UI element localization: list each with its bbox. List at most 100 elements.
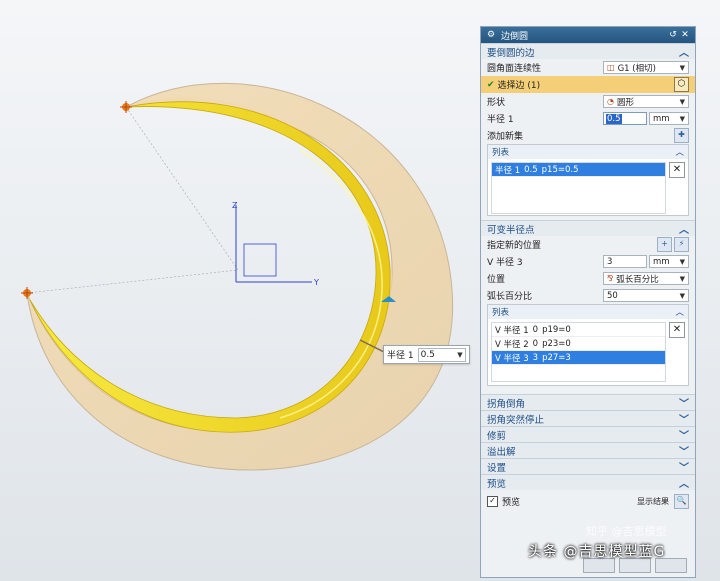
add-new-set-label: 添加新集 (487, 132, 524, 142)
magnifier-icon[interactable]: 🔍 (674, 493, 689, 509)
chevron-down-icon[interactable]: ﹀ (679, 459, 689, 474)
continuity-select[interactable]: ◫ G1 (相切) ▼ (603, 61, 689, 74)
chevron-up-icon[interactable]: ︿ (675, 146, 684, 158)
chevron-up-icon[interactable]: ︿ (675, 306, 684, 318)
section-title: 拐角倒角 (487, 398, 526, 410)
list-cell: 3 (532, 352, 539, 363)
chevron-down-icon[interactable]: ▼ (457, 351, 462, 359)
radius-value: 0.5 (606, 113, 622, 124)
arc-percent-value: 50 (607, 290, 618, 301)
dialog-title: 边倒圆 (501, 31, 529, 42)
chevron-down-icon[interactable]: ﹀ (679, 427, 689, 442)
section-trim-header[interactable]: 修剪 ﹀ (481, 426, 695, 442)
cube-icon[interactable]: ⬡ (674, 77, 689, 92)
continuity-label: 圆角面连续性 (487, 64, 542, 74)
chevron-down-icon[interactable]: ﹀ (679, 411, 689, 426)
section-variable-radius-header[interactable]: 可变半径点 ︿ (481, 220, 695, 236)
section-title: 预览 (487, 478, 507, 490)
round-shape-icon: ◔ (607, 97, 614, 106)
point-type-icon[interactable]: ⚡ (674, 237, 689, 252)
chevron-down-icon: ▼ (679, 291, 685, 300)
chevron-down-icon[interactable]: ﹀ (679, 395, 689, 410)
list-item[interactable]: V 半径 3 3 p27=3 (492, 351, 665, 365)
section-preview-header[interactable]: 预览 ︿ (481, 474, 695, 490)
chevron-down-icon: ▼ (679, 274, 685, 283)
reset-icon[interactable]: ↺ (667, 30, 679, 40)
v-radius-input[interactable]: 3 (603, 255, 647, 268)
continuity-value: G1 (相切) (617, 63, 656, 74)
add-new-set-row: 添加新集 ✚ (481, 127, 695, 144)
preview-checkbox[interactable]: ✓ (487, 495, 498, 507)
list-item[interactable]: 半径 1 0.5 p15=0.5 (492, 163, 665, 177)
floating-radius-label: 半径 1 (387, 351, 414, 361)
chevron-down-icon: ▼ (679, 114, 685, 123)
floating-radius-field[interactable]: 半径 1 0.5 ▼ (383, 345, 470, 364)
v-radius-unit: mm (653, 256, 670, 267)
point-marker[interactable] (120, 101, 132, 113)
location-row: 位置 ⅋ 弧长百分比 ▼ (481, 270, 695, 287)
list-item[interactable]: V 半径 2 0 p23=0 (492, 337, 665, 351)
list-cell: p23=0 (542, 338, 571, 349)
section-overflow-header[interactable]: 溢出解 ﹀ (481, 442, 695, 458)
section-title: 要倒圆的边 (487, 47, 535, 59)
v-radius-row: V 半径 3 3 mm ▼ (481, 253, 695, 270)
list-cell: 半径 1 (495, 165, 521, 176)
model-scene[interactable]: Z Y (0, 0, 480, 581)
continuity-icon: ◫ (607, 63, 615, 72)
list-cell: 0 (532, 324, 539, 335)
add-set-icon[interactable]: ✚ (674, 128, 689, 143)
y-axis-label: Y (313, 278, 319, 287)
point-marker[interactable] (21, 287, 33, 299)
radius-label: 半径 1 (487, 115, 514, 125)
gear-icon[interactable]: ⚙ (485, 30, 497, 40)
section-corner-stop-header[interactable]: 拐角突然停止 ﹀ (481, 410, 695, 426)
arc-percent-input[interactable]: 50 ▼ (603, 289, 689, 302)
section-edges-header[interactable]: 要倒圆的边 ︿ (481, 43, 695, 59)
floating-radius-input[interactable]: 0.5 ▼ (417, 347, 466, 362)
location-label: 位置 (487, 275, 506, 285)
chevron-up-icon[interactable]: ︿ (679, 475, 689, 490)
list-cell: 0 (532, 338, 539, 349)
select-edge-row[interactable]: ✔ 选择边 (1) ⬡ (481, 76, 695, 93)
shape-label: 形状 (487, 98, 506, 108)
section-title: 拐角突然停止 (487, 414, 545, 426)
chevron-down-icon: ▼ (679, 97, 685, 106)
list-item[interactable]: V 半径 1 0 p19=0 (492, 323, 665, 337)
section-corner-chamfer-header[interactable]: 拐角倒角 ﹀ (481, 394, 695, 410)
shape-value: 圆形 (616, 97, 634, 108)
location-select[interactable]: ⅋ 弧长百分比 ▼ (603, 272, 689, 285)
watermark: 头条 @吉思模型蓝G (528, 544, 666, 560)
chevron-up-icon[interactable]: ︿ (679, 221, 689, 236)
new-location-row: 指定新的位置 + ⚡ (481, 236, 695, 253)
section-settings-header[interactable]: 设置 ﹀ (481, 458, 695, 474)
list-title: 列表 (492, 148, 510, 158)
v-radius-unit-select[interactable]: mm ▼ (649, 255, 689, 268)
dialog-titlebar[interactable]: ⚙ 边倒圆 ↺ ✕ (481, 27, 695, 43)
floating-radius-value: 0.5 (420, 349, 435, 360)
list-title: 列表 (492, 308, 510, 318)
list-items: V 半径 1 0 p19=0 V 半径 2 0 p23=0 V 半径 3 3 p… (491, 322, 666, 382)
continuity-row: 圆角面连续性 ◫ G1 (相切) ▼ (481, 59, 695, 76)
point-dialog-icon[interactable]: + (657, 237, 672, 252)
radius-unit-select[interactable]: mm ▼ (649, 112, 689, 125)
close-icon[interactable]: ✕ (679, 30, 691, 40)
remove-icon[interactable]: ✕ (669, 322, 685, 338)
construction-line (26, 269, 239, 294)
list-cell: p15=0.5 (541, 164, 579, 175)
show-result-label: 显示结果 (637, 496, 669, 506)
remove-icon[interactable]: ✕ (669, 162, 685, 178)
chevron-up-icon[interactable]: ︿ (679, 44, 689, 59)
variable-radius-list: 列表 ︿ V 半径 1 0 p19=0 V 半径 2 0 p23=0 V 半径 … (487, 304, 689, 386)
section-title: 可变半径点 (487, 224, 535, 236)
radius-input[interactable]: 0.5 (603, 112, 647, 125)
list-cell: V 半径 2 (495, 339, 529, 350)
chevron-down-icon[interactable]: ﹀ (679, 443, 689, 458)
arc-percent-icon: ⅋ (607, 274, 614, 283)
list-header[interactable]: 列表 ︿ (488, 305, 688, 319)
edge-blend-dialog[interactable]: ⚙ 边倒圆 ↺ ✕ 要倒圆的边 ︿ 圆角面连续性 ◫ G1 (相切) ▼ ✔ 选… (480, 26, 696, 578)
list-cell: p19=0 (542, 324, 571, 335)
shape-select[interactable]: ◔ 圆形 ▼ (603, 95, 689, 108)
section-title: 修剪 (487, 430, 507, 442)
list-header[interactable]: 列表 ︿ (488, 145, 688, 159)
arc-percent-label: 弧长百分比 (487, 292, 533, 302)
